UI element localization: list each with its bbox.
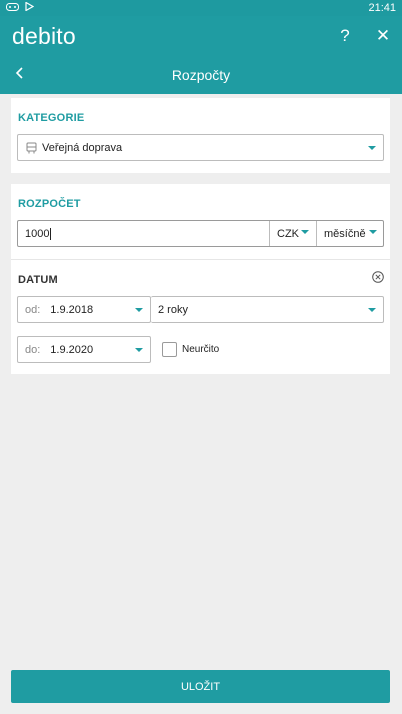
category-value: Veřejná doprava	[42, 141, 123, 154]
status-bar: 21:41	[0, 0, 402, 16]
date-section-label: DATUM	[18, 274, 58, 286]
play-store-icon	[25, 1, 35, 14]
chevron-down-icon	[368, 145, 376, 150]
close-icon: ✕	[375, 26, 391, 45]
help-button[interactable]: ?	[326, 16, 364, 56]
text-cursor	[50, 227, 52, 240]
indefinite-checkbox[interactable]	[162, 342, 177, 357]
date-from-select[interactable]: od: 1.9.2018	[17, 296, 151, 323]
divider	[11, 259, 390, 260]
sub-bar: Rozpočty	[0, 56, 402, 94]
chevron-down-icon	[368, 307, 376, 312]
date-from-value: 1.9.2018	[50, 303, 94, 316]
app-bar: debito ? ✕	[0, 16, 402, 56]
app-logo: debito	[12, 22, 76, 49]
status-time: 21:41	[368, 2, 396, 14]
date-to-value: 1.9.2020	[50, 343, 94, 356]
date-to-prefix: do:	[25, 343, 41, 356]
category-select[interactable]: Veřejná doprava	[17, 134, 384, 161]
help-icon: ?	[340, 26, 350, 45]
save-button-label: ULOŽIT	[180, 680, 221, 693]
close-button[interactable]: ✕	[364, 16, 402, 56]
date-from-prefix: od:	[25, 303, 41, 316]
duration-select[interactable]: 2 roky	[151, 296, 384, 323]
close-circle-icon	[371, 270, 384, 283]
gamepad-icon	[6, 2, 19, 14]
indefinite-label: Neurčito	[182, 344, 220, 355]
currency-select[interactable]: CZK	[269, 221, 316, 246]
back-button[interactable]	[8, 56, 32, 94]
budget-amount-input[interactable]: 1000	[25, 228, 49, 240]
category-section-label: KATEGORIE	[18, 112, 85, 124]
clear-date-button[interactable]	[371, 270, 384, 283]
chevron-down-icon	[301, 230, 309, 234]
bus-icon	[26, 142, 37, 154]
chevron-down-icon	[135, 347, 143, 352]
currency-value: CZK	[277, 227, 299, 240]
chevron-down-icon	[369, 230, 377, 234]
chevron-left-icon	[15, 66, 25, 84]
period-select[interactable]: měsíčně	[316, 221, 384, 246]
duration-value: 2 roky	[158, 303, 188, 316]
budget-amount-row: 1000 CZK měsíčně	[17, 220, 384, 247]
chevron-down-icon	[135, 307, 143, 312]
budget-section-label: ROZPOČET	[18, 198, 81, 210]
budget-card: ROZPOČET 1000 CZK měsíčně DATUM od: 1.9.…	[11, 184, 390, 374]
date-to-select[interactable]: do: 1.9.2020	[17, 336, 151, 363]
page-title: Rozpočty	[171, 67, 231, 83]
save-button[interactable]: ULOŽIT	[11, 670, 390, 703]
period-value: měsíčně	[324, 227, 366, 240]
category-card: KATEGORIE Veřejná doprava	[11, 98, 390, 173]
